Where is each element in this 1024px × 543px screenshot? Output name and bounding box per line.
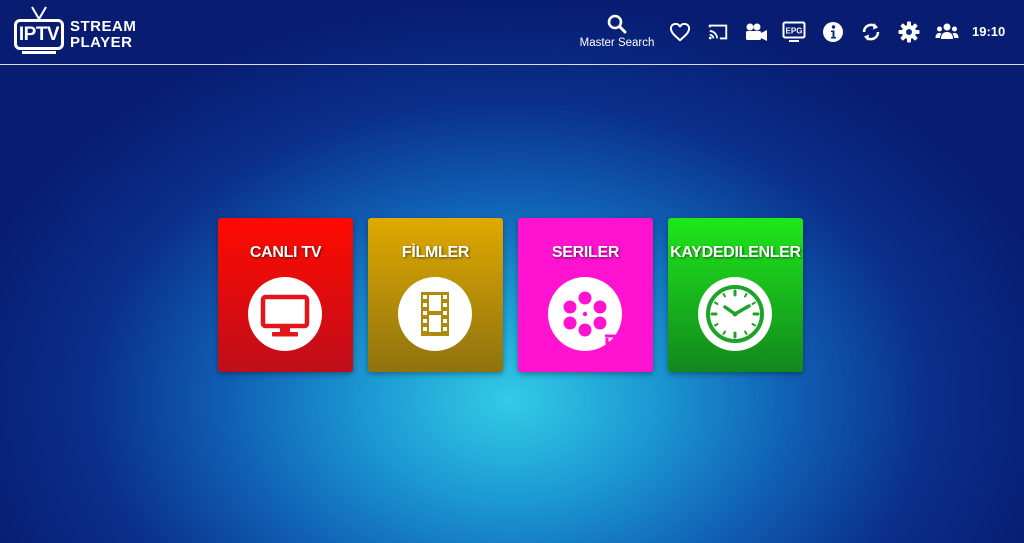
epg-button[interactable]: EPG — [782, 20, 806, 44]
clock-time: 19:10 — [972, 24, 1006, 39]
film-reel-icon — [548, 277, 623, 351]
search-icon — [607, 14, 627, 34]
film-strip-icon — [398, 277, 472, 351]
favorites-button[interactable] — [668, 20, 692, 44]
heart-icon — [669, 22, 691, 42]
logo-line-1: STREAM — [70, 18, 137, 35]
recordings-button[interactable] — [744, 20, 768, 44]
logo-stand — [22, 50, 56, 54]
info-icon — [823, 22, 843, 42]
top-bar: IPTV STREAM PLAYER Master Search EPG 19:… — [0, 0, 1024, 65]
epg-badge-text: EPG — [786, 27, 803, 36]
users-button[interactable] — [935, 20, 959, 44]
app-logo: IPTV STREAM PLAYER — [12, 6, 162, 58]
tile-live-tv[interactable]: CANLI TV — [218, 218, 353, 372]
master-search-button[interactable]: Master Search — [574, 14, 660, 54]
cast-icon — [708, 24, 728, 40]
gear-icon — [898, 21, 920, 43]
cast-button[interactable] — [706, 20, 730, 44]
tile-saved[interactable]: KAYDEDILENLER — [668, 218, 803, 372]
master-search-label: Master Search — [579, 37, 655, 49]
antenna-icon — [31, 6, 47, 20]
tile-label-movies: FİLMLER — [401, 244, 470, 261]
refresh-button[interactable] — [859, 20, 883, 44]
logo-wordmark: STREAM PLAYER — [70, 19, 136, 51]
logo-line-2: PLAYER — [70, 34, 133, 51]
tile-label-live-tv: CANLI TV — [249, 244, 322, 261]
logo-badge: IPTV — [14, 19, 64, 50]
users-icon — [935, 23, 959, 39]
home-screen: IPTV STREAM PLAYER Master Search EPG 19:… — [0, 0, 1024, 543]
refresh-icon — [862, 23, 880, 41]
info-button[interactable] — [821, 20, 845, 44]
tile-label-saved: KAYDEDILENLER — [670, 244, 801, 261]
video-camera-icon — [746, 23, 767, 41]
clock-icon — [698, 277, 772, 351]
tile-series[interactable]: SERILER — [518, 218, 653, 372]
settings-button[interactable] — [897, 20, 921, 44]
epg-icon: EPG — [782, 21, 806, 42]
tv-icon — [248, 277, 322, 351]
tile-label-series: SERILER — [551, 244, 620, 261]
tile-movies[interactable]: FİLMLER — [368, 218, 503, 372]
